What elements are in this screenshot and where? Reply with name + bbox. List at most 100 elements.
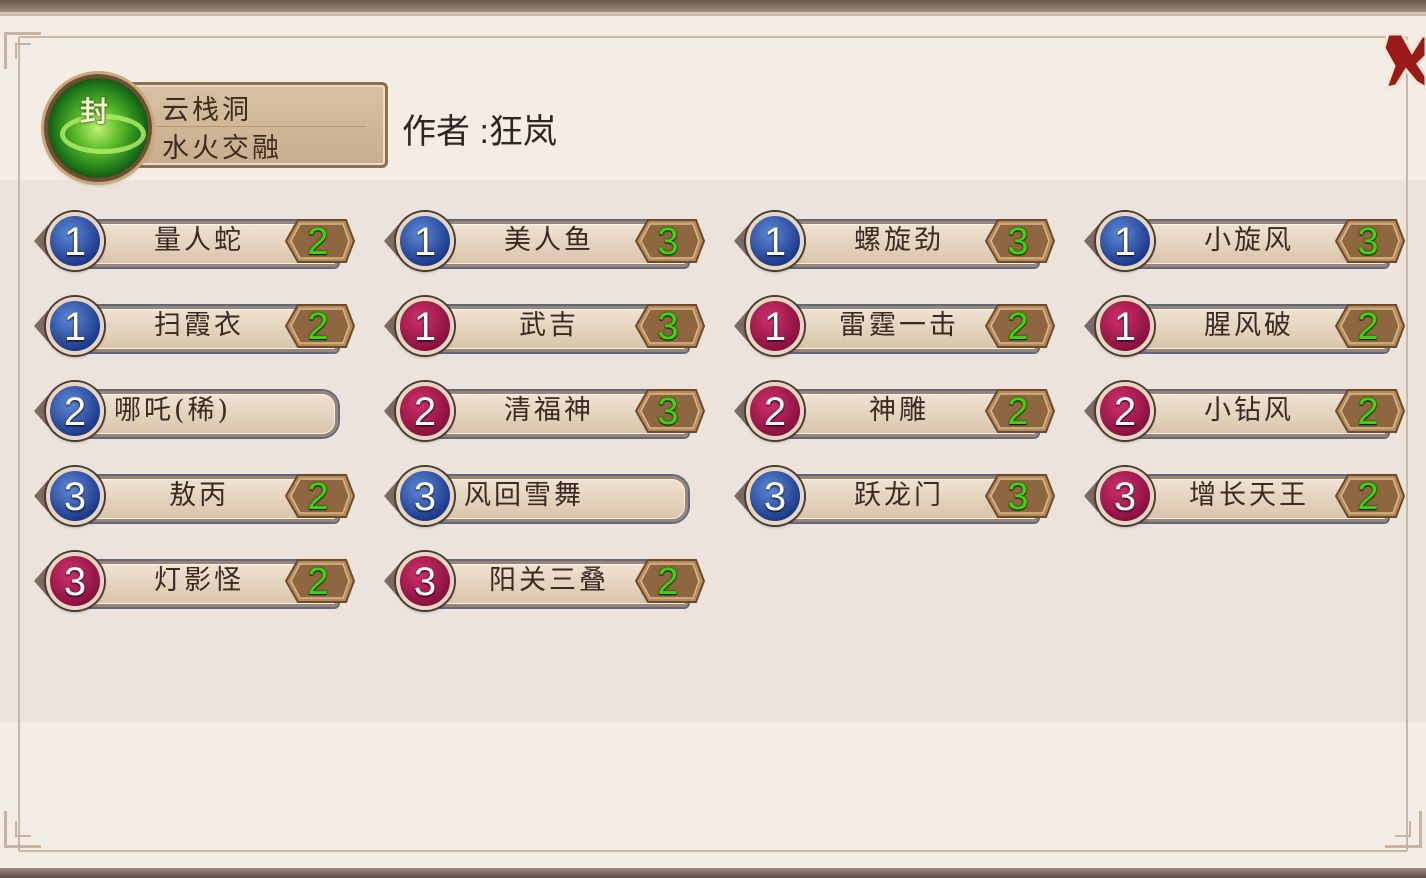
level-badge: 2 bbox=[746, 382, 804, 440]
count-number: 3 bbox=[657, 391, 679, 433]
item-name: 神雕 bbox=[869, 395, 929, 426]
count-number: 2 bbox=[1007, 306, 1029, 348]
item-card[interactable]: 1 腥风破 2 bbox=[1084, 295, 1414, 357]
count-tab: 2 bbox=[976, 303, 1056, 349]
item-name: 小钻风 bbox=[1204, 395, 1294, 426]
item-name: 美人鱼 bbox=[504, 225, 594, 256]
level-badge: 1 bbox=[1096, 212, 1154, 270]
item-name: 风回雪舞 bbox=[464, 480, 584, 511]
lineup-name: 水火交融 bbox=[162, 133, 282, 164]
item-name: 武吉 bbox=[519, 310, 579, 341]
count-number: 3 bbox=[1007, 476, 1029, 518]
level-badge: 3 bbox=[46, 552, 104, 610]
count-number: 2 bbox=[657, 561, 679, 603]
count-tab: 2 bbox=[276, 473, 356, 519]
item-card[interactable]: 2 小钻风 2 bbox=[1084, 380, 1414, 442]
item-card[interactable]: 3 增长天王 2 bbox=[1084, 465, 1414, 527]
level-number: 3 bbox=[413, 560, 437, 604]
count-number: 3 bbox=[1357, 221, 1379, 263]
item-name: 敖丙 bbox=[169, 480, 229, 511]
level-number: 2 bbox=[63, 390, 87, 434]
level-number: 3 bbox=[763, 475, 787, 519]
item-card[interactable]: 3 风回雪舞 bbox=[384, 465, 714, 527]
count-tab: 3 bbox=[626, 388, 706, 434]
item-name: 阳关三叠 bbox=[489, 565, 609, 596]
dialog-frame: 封 云栈洞 水火交融 作者 :狂岚 1 量人蛇 2 1 美人鱼 3 1 螺旋劲 3 1 小旋风 3 1 扫… bbox=[0, 0, 1426, 878]
close-button[interactable] bbox=[1382, 30, 1426, 92]
level-number: 1 bbox=[763, 305, 787, 349]
level-badge: 2 bbox=[396, 382, 454, 440]
level-number: 2 bbox=[763, 390, 787, 434]
count-number: 2 bbox=[307, 476, 329, 518]
count-number: 3 bbox=[1007, 221, 1029, 263]
level-number: 1 bbox=[413, 220, 437, 264]
level-number: 3 bbox=[63, 475, 87, 519]
count-number: 3 bbox=[657, 221, 679, 263]
count-tab: 3 bbox=[626, 303, 706, 349]
level-number: 1 bbox=[763, 220, 787, 264]
count-number: 2 bbox=[1007, 391, 1029, 433]
count-tab: 3 bbox=[626, 218, 706, 264]
count-number: 2 bbox=[307, 221, 329, 263]
frame-bottom-edge bbox=[0, 868, 1426, 878]
count-number: 2 bbox=[307, 306, 329, 348]
item-name: 雷霆一击 bbox=[839, 310, 959, 341]
level-number: 1 bbox=[1113, 220, 1137, 264]
count-tab: 2 bbox=[276, 558, 356, 604]
level-badge: 1 bbox=[746, 297, 804, 355]
item-card[interactable]: 1 小旋风 3 bbox=[1084, 210, 1414, 272]
item-name: 腥风破 bbox=[1204, 310, 1294, 341]
level-badge: 1 bbox=[396, 297, 454, 355]
count-tab: 3 bbox=[976, 473, 1056, 519]
level-badge: 1 bbox=[46, 212, 104, 270]
count-tab: 2 bbox=[1326, 388, 1406, 434]
count-tab: 2 bbox=[1326, 473, 1406, 519]
author-label: 作者 :狂岚 bbox=[402, 113, 557, 151]
item-name: 哪吒(稀) bbox=[114, 395, 232, 426]
item-card[interactable]: 1 雷霆一击 2 bbox=[734, 295, 1064, 357]
orb-char: 封 bbox=[79, 95, 108, 128]
level-badge: 2 bbox=[46, 382, 104, 440]
item-card[interactable]: 2 哪吒(稀) bbox=[34, 380, 364, 442]
location-name: 云栈洞 bbox=[156, 88, 366, 127]
item-card[interactable]: 1 美人鱼 3 bbox=[384, 210, 714, 272]
item-card[interactable]: 3 敖丙 2 bbox=[34, 465, 364, 527]
corner-ornament-top-left bbox=[4, 32, 41, 69]
item-card[interactable]: 1 螺旋劲 3 bbox=[734, 210, 1064, 272]
level-number: 1 bbox=[63, 220, 87, 264]
level-number: 3 bbox=[413, 475, 437, 519]
item-card[interactable]: 3 阳关三叠 2 bbox=[384, 550, 714, 612]
level-badge: 3 bbox=[46, 467, 104, 525]
level-badge: 1 bbox=[46, 297, 104, 355]
count-tab: 2 bbox=[276, 303, 356, 349]
item-name: 跃龙门 bbox=[854, 480, 944, 511]
item-name: 螺旋劲 bbox=[854, 225, 944, 256]
level-number: 3 bbox=[63, 560, 87, 604]
item-name: 扫霞衣 bbox=[154, 310, 244, 341]
count-tab: 2 bbox=[276, 218, 356, 264]
level-number: 1 bbox=[63, 305, 87, 349]
level-badge: 2 bbox=[1096, 382, 1154, 440]
seal-orb-icon: 封 bbox=[44, 74, 152, 182]
level-number: 2 bbox=[1113, 390, 1137, 434]
item-name: 增长天王 bbox=[1189, 480, 1309, 511]
level-badge: 3 bbox=[396, 552, 454, 610]
level-badge: 1 bbox=[1096, 297, 1154, 355]
item-card[interactable]: 2 清福神 3 bbox=[384, 380, 714, 442]
item-name: 量人蛇 bbox=[154, 225, 244, 256]
item-card[interactable]: 1 量人蛇 2 bbox=[34, 210, 364, 272]
item-name: 清福神 bbox=[504, 395, 594, 426]
item-name: 小旋风 bbox=[1204, 225, 1294, 256]
item-card[interactable]: 1 武吉 3 bbox=[384, 295, 714, 357]
title-plaque: 封 云栈洞 水火交融 bbox=[44, 74, 388, 182]
count-number: 2 bbox=[1357, 306, 1379, 348]
level-number: 3 bbox=[1113, 475, 1137, 519]
frame-top-edge bbox=[0, 0, 1426, 12]
item-card[interactable]: 3 跃龙门 3 bbox=[734, 465, 1064, 527]
corner-ornament-bottom-left bbox=[4, 811, 41, 848]
level-badge: 1 bbox=[746, 212, 804, 270]
level-badge: 3 bbox=[1096, 467, 1154, 525]
item-card[interactable]: 3 灯影怪 2 bbox=[34, 550, 364, 612]
item-card[interactable]: 2 神雕 2 bbox=[734, 380, 1064, 442]
item-card[interactable]: 1 扫霞衣 2 bbox=[34, 295, 364, 357]
